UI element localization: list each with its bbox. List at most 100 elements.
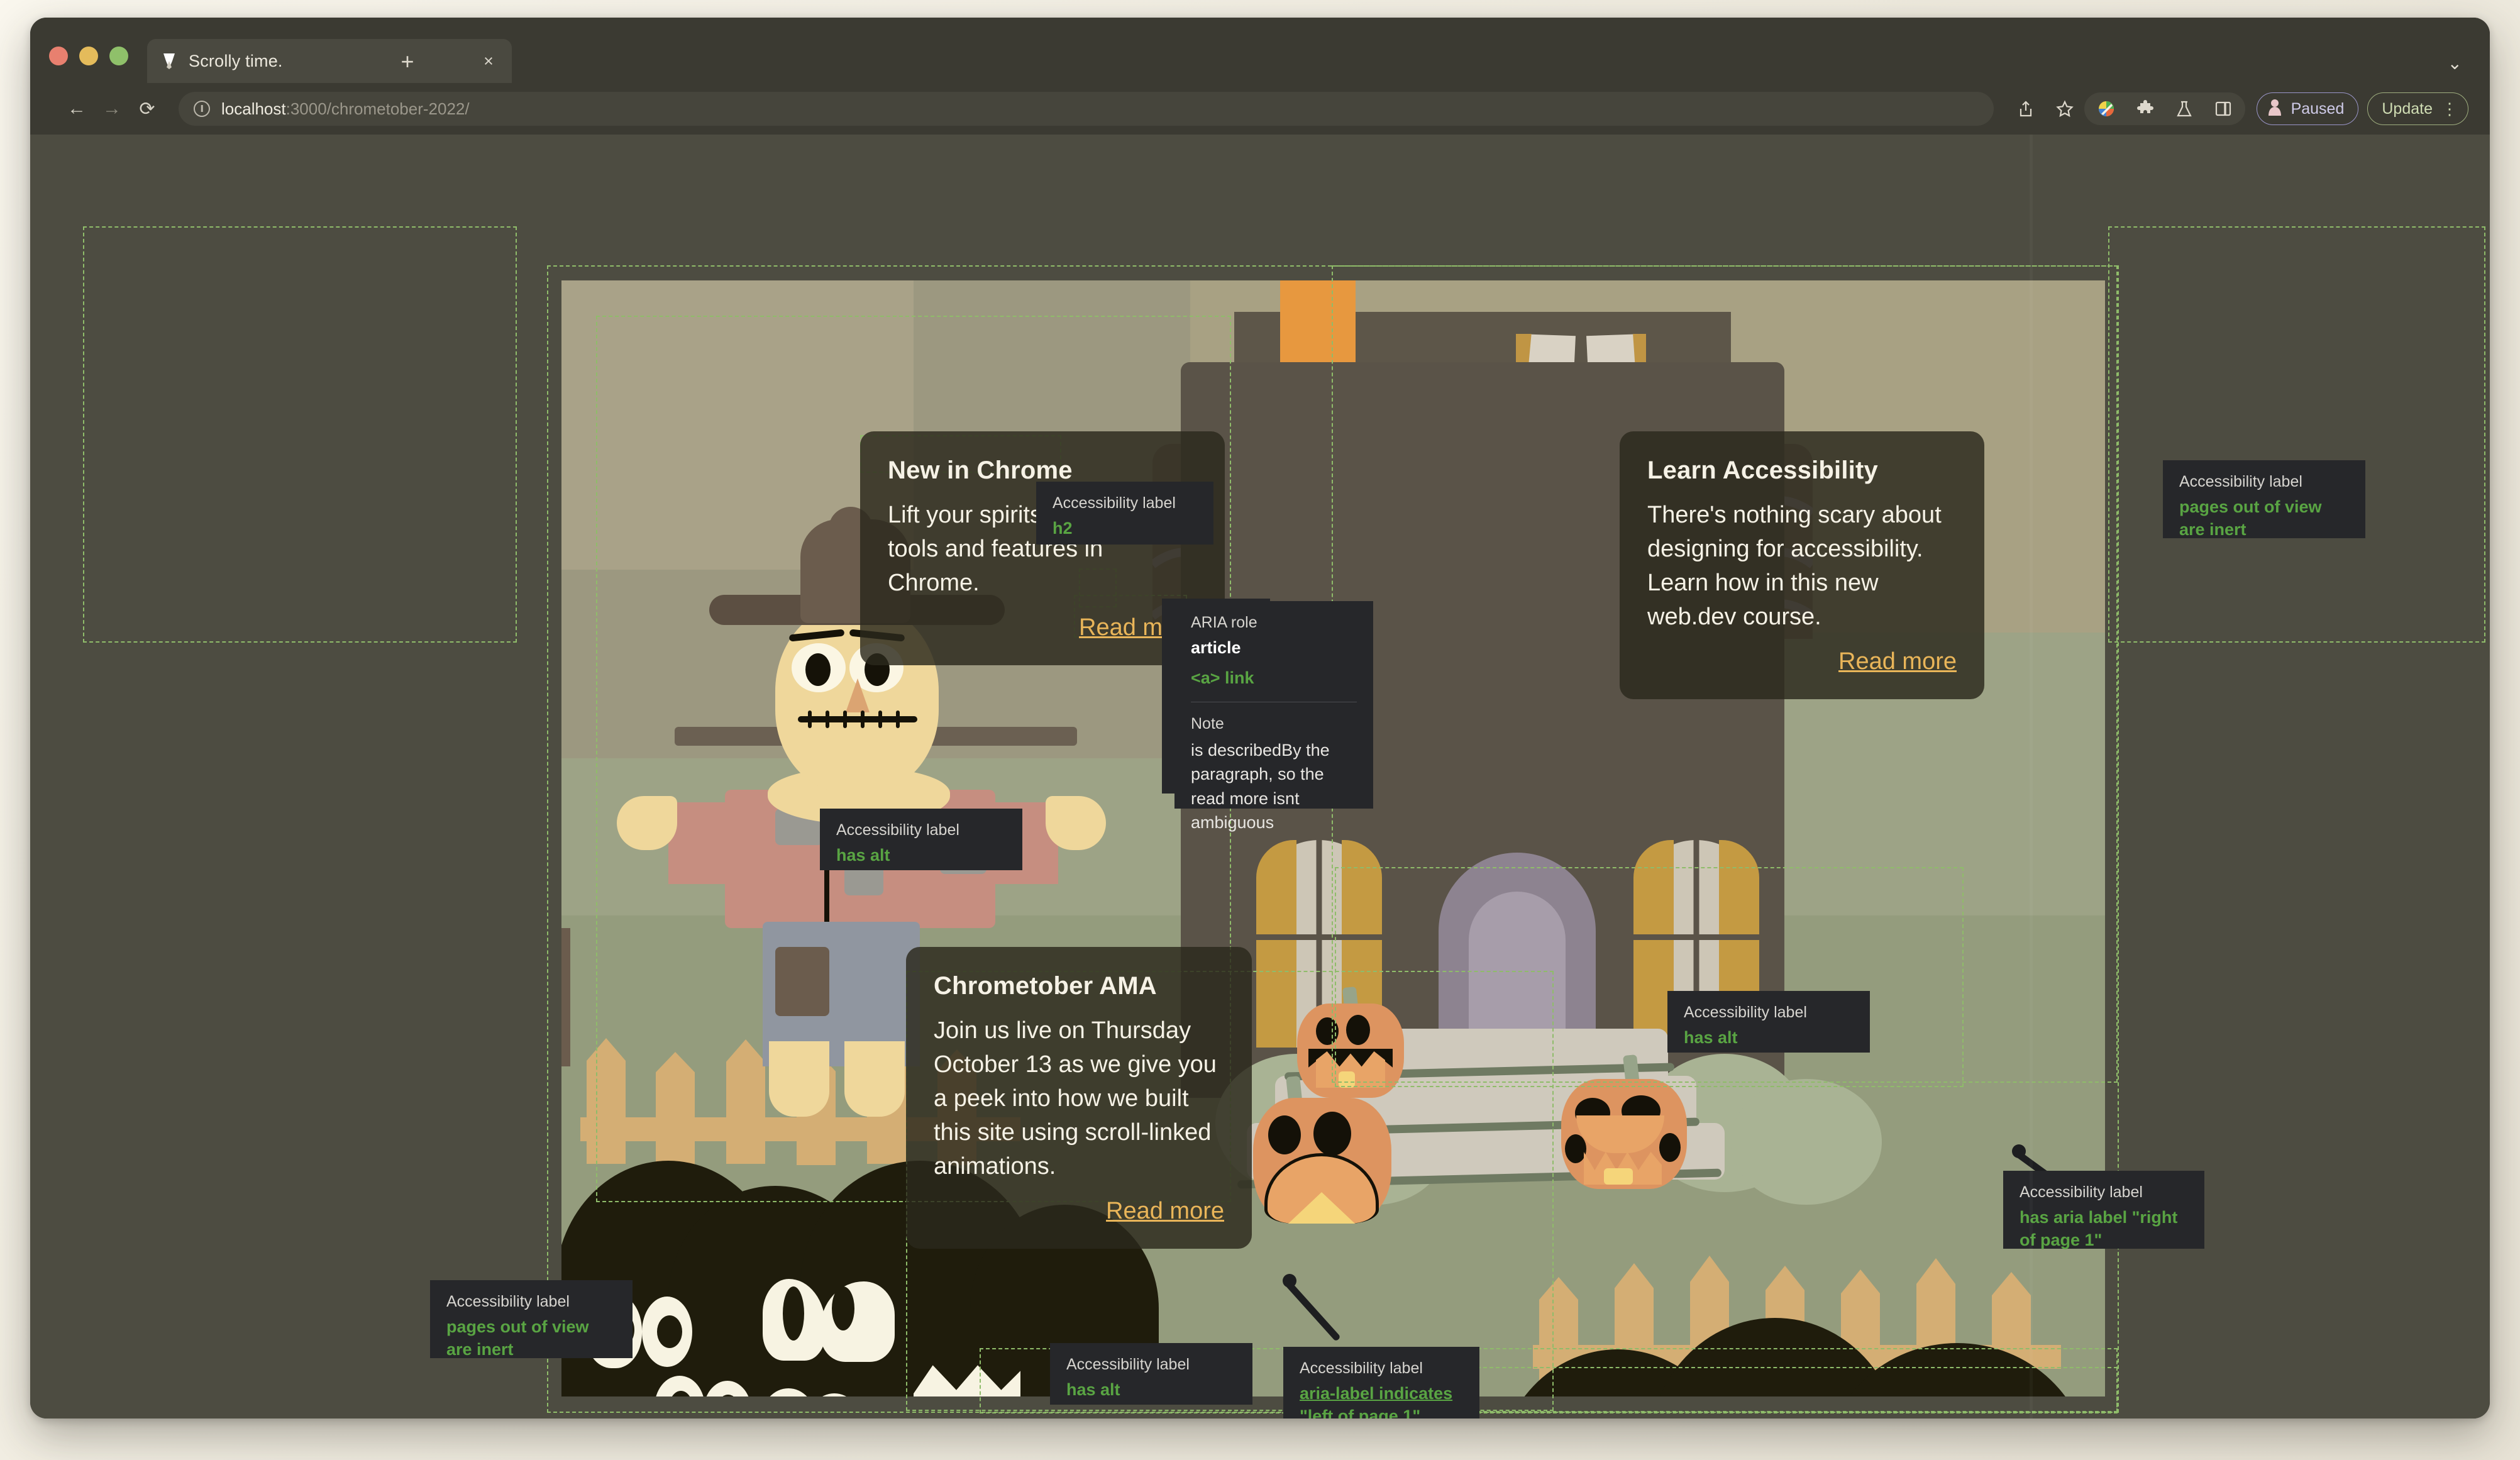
browser-menu-icon[interactable]: ⋮ — [2441, 101, 2458, 117]
page-gutter-divider — [2030, 135, 2033, 1419]
annotation-value: has aria label "right of page 1" — [2020, 1208, 2178, 1249]
annotation-value: pages out of view are inert — [2179, 497, 2322, 539]
a11y-outline-page-left — [83, 226, 517, 643]
card-title: New in Chrome — [888, 456, 1073, 484]
annotation-inert-right: Accessibility label pages out of view ar… — [2163, 460, 2365, 539]
address-bar[interactable]: localhost:3000/chrometober-2022/ — [179, 92, 1994, 126]
monster-pupil — [832, 1286, 854, 1330]
browser-tab[interactable]: Scrolly time. × — [147, 39, 512, 83]
annotation-scarecrow-alt: Accessibility label has alt — [820, 809, 1022, 870]
page-viewport: New in Chrome Lift your spirits up of al… — [30, 135, 2490, 1419]
annotation-pumpkin-alt: Accessibility label has alt — [1667, 991, 1870, 1053]
annotation-head: Accessibility label — [2179, 473, 2302, 490]
annotation-head: Accessibility label — [1053, 494, 1176, 512]
mouth-stitch — [808, 711, 812, 728]
mouth-stitch — [843, 711, 847, 728]
url-host: localhost — [221, 99, 286, 118]
annotation-head: Accessibility label — [836, 821, 959, 839]
annotation-value: has alt — [1066, 1380, 1120, 1399]
browser-toolbar: ← → ⟳ localhost:3000/chrometober-2022/ P… — [30, 83, 2490, 135]
close-tab-button[interactable]: × — [478, 52, 499, 71]
pumpkin-cheek — [1565, 1134, 1586, 1163]
annotation-value: has alt — [1684, 1028, 1738, 1047]
url-path: :3000/chrometober-2022/ — [285, 99, 470, 118]
annotation-value: aria-label indicates "left of page 1" — [1300, 1384, 1453, 1419]
pumpkin-eye — [1346, 1015, 1370, 1045]
annotation-note-value: is describedBy the paragraph, so the rea… — [1191, 741, 1330, 832]
fence-picket — [587, 1038, 626, 1164]
scarecrow-brow-left — [788, 629, 845, 642]
scarecrow-straw-leg-left — [769, 1041, 829, 1117]
mouth-stitch — [878, 711, 882, 728]
scarecrow-straw-leg-right — [844, 1041, 905, 1117]
extensions-group — [2084, 92, 2245, 125]
bookmark-star-icon[interactable] — [2048, 92, 2081, 125]
update-label: Update — [2382, 99, 2433, 118]
field-post — [561, 928, 570, 1066]
annotation-head: Accessibility label — [446, 1293, 570, 1310]
flask-experiments-icon[interactable] — [2168, 92, 2201, 125]
maximize-window-button[interactable] — [109, 47, 128, 65]
back-button[interactable]: ← — [59, 98, 94, 119]
annotation-aria-right: Accessibility label has aria label "righ… — [2003, 1171, 2204, 1249]
read-more-link[interactable]: Read more — [934, 1198, 1224, 1225]
card-title: Chrometober AMA — [934, 972, 1157, 1000]
annotation-divider — [1191, 701, 1357, 703]
new-tab-button[interactable]: + — [395, 50, 420, 73]
browser-tab-title: Scrolly time. — [189, 51, 283, 70]
aria-link-value: <a> link — [1191, 668, 1254, 687]
browser-window: Scrolly time. × + ⌄ ← → ⟳ localhost:3000… — [30, 18, 2490, 1419]
scarecrow-eye-left — [792, 643, 846, 692]
address-bar-url: localhost:3000/chrometober-2022/ — [221, 99, 470, 119]
card-learn-accessibility: Learn Accessibility There's nothing scar… — [1620, 431, 1984, 699]
card-chrometober-ama: Chrometober AMA Join us live on Thursday… — [906, 947, 1252, 1249]
scarecrow-straw-hand-left — [617, 796, 677, 850]
annotation-value: has alt — [836, 846, 890, 865]
pumpkin-eye — [1268, 1115, 1301, 1154]
chrome-dev-favicon — [160, 52, 179, 70]
pumpkin-eye — [1316, 1017, 1339, 1045]
side-panel-icon[interactable] — [2207, 92, 2240, 125]
read-more-link[interactable]: Read more — [888, 614, 1197, 641]
paused-label: Paused — [2291, 99, 2345, 118]
annotation-head: Accessibility label — [1684, 1004, 1807, 1021]
read-more-link[interactable]: Read more — [1647, 648, 1957, 675]
window-curtain-left — [1256, 840, 1296, 1048]
pumpkin-inner-glow — [1339, 1071, 1355, 1088]
scarecrow-stitched-mouth — [798, 711, 917, 728]
pumpkin-sleepy-right — [1561, 1054, 1687, 1189]
chevron-down-icon[interactable]: ⌄ — [2448, 53, 2462, 74]
monster-pupil — [657, 1315, 682, 1348]
close-window-button[interactable] — [49, 47, 68, 65]
pumpkin-eye — [1313, 1112, 1351, 1156]
update-button[interactable]: Update ⋮ — [2367, 92, 2468, 125]
card-body: Join us live on Thursday October 13 as w… — [934, 1017, 1217, 1180]
annotation-aria-role-panel: ARIA role article <a> link Note is descr… — [1174, 601, 1373, 832]
profile-paused-button[interactable]: Paused — [2256, 92, 2359, 125]
card-body: There's nothing scary about designing fo… — [1647, 502, 1942, 630]
minimize-window-button[interactable] — [79, 47, 98, 65]
color-wheel-icon[interactable] — [2090, 92, 2123, 125]
annotation-aria-left: Accessibility label aria-label indicates… — [1283, 1347, 1479, 1419]
card-title: Learn Accessibility — [1647, 456, 1878, 484]
puzzle-extensions-icon[interactable] — [2129, 92, 2162, 125]
tab-strip: Scrolly time. × + ⌄ — [30, 18, 2490, 83]
annotation-head: Accessibility label — [2020, 1183, 2143, 1201]
a11y-outline-page-right — [2108, 226, 2485, 643]
annotation-head: Accessibility label — [1300, 1359, 1423, 1377]
share-icon[interactable] — [2009, 92, 2042, 125]
reload-button[interactable]: ⟳ — [130, 98, 165, 120]
mouth-stitch — [861, 711, 865, 728]
monster-pupil — [783, 1286, 804, 1341]
annotation-inert-left: Accessibility label pages out of view ar… — [430, 1280, 633, 1359]
annotation-bush-alt: Accessibility label has alt — [1050, 1343, 1252, 1405]
scarecrow-pants-patch — [775, 947, 829, 1016]
mouth-stitch — [896, 711, 900, 728]
forward-button[interactable]: → — [94, 98, 130, 119]
pumpkin-sad-left — [1253, 1076, 1391, 1224]
scarecrow-pupil — [805, 653, 831, 686]
pumpkin-cheek — [1659, 1133, 1681, 1162]
soft-bush — [1731, 1079, 1882, 1205]
site-info-icon[interactable] — [194, 101, 210, 117]
annotation-note-head: Note — [1191, 715, 1224, 733]
